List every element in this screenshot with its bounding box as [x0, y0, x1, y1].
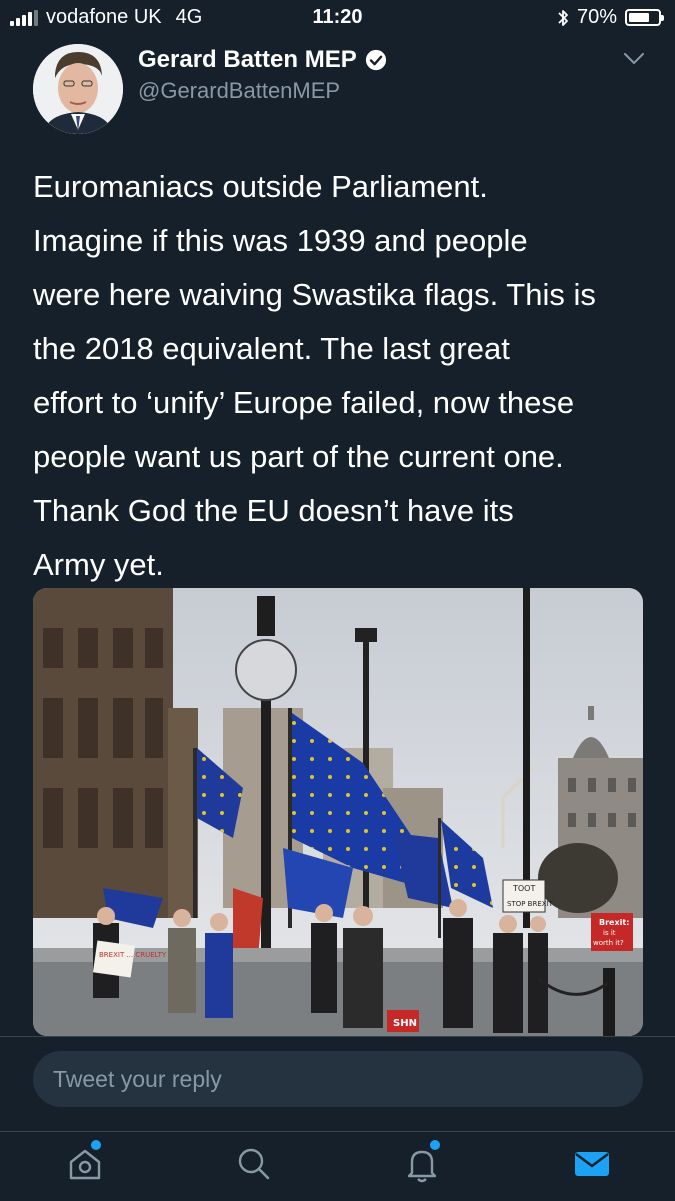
- search-icon: [238, 1148, 270, 1180]
- svg-text:Brexit:: Brexit:: [599, 918, 629, 927]
- tab-search[interactable]: [232, 1142, 276, 1186]
- tab-messages[interactable]: [570, 1142, 614, 1186]
- messages-icon: [575, 1152, 609, 1176]
- status-bar: vodafone UK 4G 11:20 70%: [0, 0, 675, 34]
- tab-home[interactable]: [63, 1140, 107, 1186]
- protest-photo: BREXIT ... CRUELTY TOOT STOP BREXIT Brex…: [33, 588, 643, 1036]
- svg-text:worth it?: worth it?: [593, 939, 624, 947]
- svg-text:SHN: SHN: [393, 1018, 417, 1029]
- author-handle[interactable]: @GerardBattenMEP: [138, 78, 340, 104]
- verified-badge-icon: [365, 49, 386, 71]
- notification-dot: [430, 1140, 440, 1150]
- tab-bar: [0, 1131, 675, 1201]
- chevron-down-icon[interactable]: [623, 52, 645, 66]
- sign-brexit-worth-it: Brexit: is it worth it?: [591, 913, 633, 951]
- tab-notifications[interactable]: [400, 1140, 444, 1186]
- battery-percent: 70%: [576, 6, 617, 28]
- svg-text:BREXIT ... CRUELTY: BREXIT ... CRUELTY: [99, 951, 167, 959]
- notification-dot: [91, 1140, 101, 1150]
- tweet-header: Gerard Batten MEP @GerardBattenMEP: [0, 34, 675, 134]
- author-name: Gerard Batten MEP: [138, 46, 357, 73]
- avatar-image: [33, 44, 123, 134]
- tweet-photo[interactable]: BREXIT ... CRUELTY TOOT STOP BREXIT Brex…: [33, 588, 643, 1036]
- author-name-row[interactable]: Gerard Batten MEP: [138, 46, 387, 74]
- sign-bottom: SHN: [387, 1010, 419, 1032]
- avatar[interactable]: [33, 44, 123, 134]
- status-right: 70%: [557, 6, 664, 29]
- svg-text:is it: is it: [603, 929, 616, 937]
- reply-bar: Tweet your reply: [0, 1036, 675, 1131]
- battery-icon: [625, 9, 664, 26]
- svg-text:TOOT: TOOT: [512, 884, 535, 893]
- tweet-text: Euromaniacs outside Parliament. Imagine …: [33, 169, 596, 582]
- reply-input[interactable]: Tweet your reply: [33, 1051, 643, 1107]
- bluetooth-icon: [558, 9, 568, 26]
- svg-text:STOP BREXIT: STOP BREXIT: [507, 900, 554, 908]
- home-icon: [69, 1149, 101, 1180]
